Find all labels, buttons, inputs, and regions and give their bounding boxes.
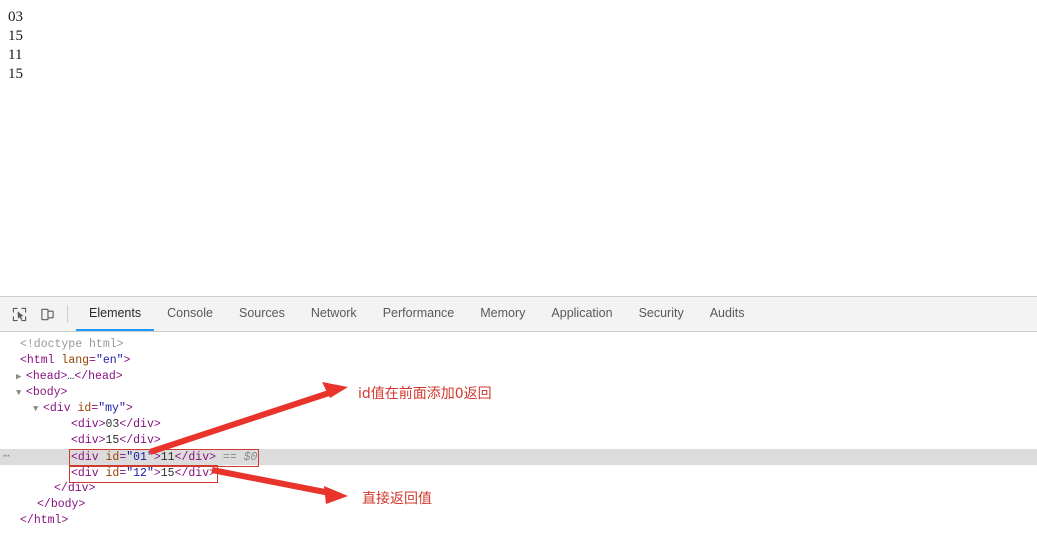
toolbar-divider	[67, 305, 68, 323]
dom-node-markup: <div id="my">	[43, 402, 133, 415]
dom-node-markup: <head>…</head>	[26, 370, 123, 383]
dom-node-row[interactable]: <div>15</div>	[0, 433, 1037, 449]
dom-node-row[interactable]: ▼ <body>	[0, 385, 1037, 401]
dom-node-row[interactable]: </div>	[0, 481, 1037, 497]
dom-node-row[interactable]: ⋯ <div id="01">11</div> == $0	[0, 449, 1037, 467]
dom-node-row[interactable]: <!doctype html>	[0, 337, 1037, 353]
dom-node-row[interactable]: </html>	[0, 513, 1037, 529]
tab-security[interactable]: Security	[626, 297, 697, 331]
dom-node-markup: <div>15</div>	[71, 434, 161, 447]
devtools-tabbar: Elements Console Sources Network Perform…	[76, 297, 757, 331]
tab-elements[interactable]: Elements	[76, 297, 155, 331]
dom-node-row[interactable]: ▶ <head>…</head>	[0, 369, 1037, 385]
disclosure-triangle-icon[interactable]: ▼	[33, 401, 43, 417]
page-viewport: 03 15 11 15	[0, 0, 1037, 296]
tab-sources[interactable]: Sources	[226, 297, 298, 331]
devtools-panel: Elements Console Sources Network Perform…	[0, 296, 1037, 540]
dom-node-row[interactable]: <div id="12">15</div>	[0, 465, 1037, 483]
dom-node-markup: </html>	[20, 514, 69, 527]
tab-audits[interactable]: Audits	[697, 297, 758, 331]
dom-node-markup: <!doctype html>	[20, 338, 124, 351]
tab-console[interactable]: Console	[154, 297, 226, 331]
page-text-line: 15	[8, 66, 23, 82]
page-text-line: 11	[8, 47, 23, 63]
page-text-line: 03	[8, 9, 23, 25]
tab-memory[interactable]: Memory	[467, 297, 538, 331]
dom-node-markup: <body>	[26, 386, 68, 399]
tab-performance[interactable]: Performance	[370, 297, 468, 331]
page-text-line: 15	[8, 28, 23, 44]
dom-ellipsis-marker[interactable]: ⋯	[3, 449, 11, 465]
tab-network[interactable]: Network	[298, 297, 370, 331]
disclosure-triangle-icon[interactable]: ▼	[16, 385, 26, 401]
dom-node-row[interactable]: </body>	[0, 497, 1037, 513]
devtools-toolbar: Elements Console Sources Network Perform…	[0, 297, 1037, 332]
dom-tree[interactable]: <!doctype html> <html lang="en"> ▶ <head>…<…	[0, 332, 1037, 540]
dom-node-row[interactable]: <html lang="en">	[0, 353, 1037, 369]
device-toolbar-icon[interactable]	[33, 297, 61, 331]
dom-node-markup: </body>	[37, 498, 86, 511]
tab-application[interactable]: Application	[538, 297, 625, 331]
dom-node-markup: <div>03</div>	[71, 418, 161, 431]
dom-node-markup: <html lang="en">	[20, 354, 131, 367]
inspect-element-icon[interactable]	[5, 297, 33, 331]
dom-node-row[interactable]: <div>03</div>	[0, 417, 1037, 433]
disclosure-triangle-icon[interactable]: ▶	[16, 369, 26, 385]
dom-node-row[interactable]: ▼ <div id="my">	[0, 401, 1037, 417]
dom-node-markup: </div>	[54, 482, 96, 495]
